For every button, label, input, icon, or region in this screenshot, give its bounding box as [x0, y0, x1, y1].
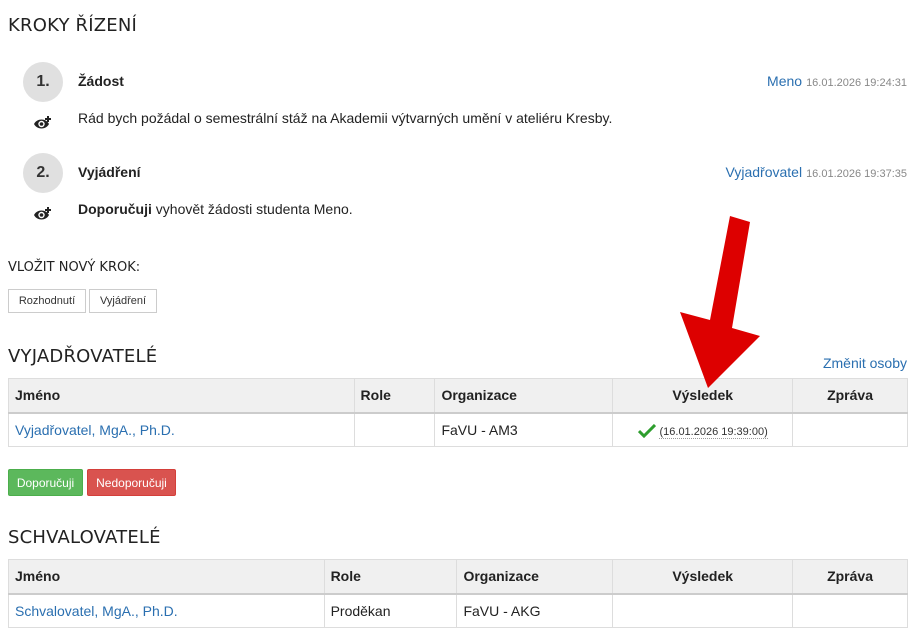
step-meta: Meno 16.01.2026 19:24:31	[767, 73, 907, 89]
change-persons-link[interactable]: Změnit osoby	[823, 355, 907, 371]
result-cell: (16.01.2026 19:39:00)	[612, 412, 794, 447]
message-cell	[792, 412, 908, 447]
column-header[interactable]: Jméno	[8, 559, 325, 595]
result-cell	[612, 593, 794, 628]
column-header[interactable]: Role	[323, 559, 458, 595]
role-cell: Proděkan	[323, 593, 458, 628]
step-title: Vyjádření	[78, 164, 141, 180]
new-step-label: VLOŽIT NOVÝ KROK:	[8, 260, 141, 275]
step-text: Rád bych požádal o semestrální stáž na A…	[78, 110, 613, 126]
step-number: 1.	[23, 62, 63, 102]
step-text-bold: Doporučuji	[78, 201, 152, 217]
step-timestamp: 16.01.2026 19:24:31	[806, 77, 907, 89]
column-header[interactable]: Role	[353, 378, 436, 414]
step-timestamp: 16.01.2026 19:37:35	[806, 168, 907, 180]
reviewers-heading: VYJADŘOVATELÉ	[8, 346, 158, 367]
column-header[interactable]: Zpráva	[792, 559, 908, 595]
step-author-link[interactable]: Meno	[767, 73, 802, 89]
step-meta: Vyjadřovatel 16.01.2026 19:37:35	[726, 164, 907, 180]
reviewer-name-cell: Vyjadřovatel, MgA., Ph.D.	[8, 412, 355, 447]
step-text-rest: vyhovět žádosti studenta Meno.	[151, 201, 353, 217]
role-cell	[353, 412, 436, 447]
result-timestamp: (16.01.2026 19:39:00)	[659, 425, 768, 439]
column-header[interactable]: Zpráva	[792, 378, 908, 414]
approvers-heading: SCHVALOVATELÉ	[8, 527, 161, 548]
step-title: Žádost	[78, 73, 124, 89]
column-header[interactable]: Organizace	[456, 559, 614, 595]
reviewer-name-link[interactable]: Vyjadřovatel, MgA., Ph.D.	[15, 422, 175, 438]
column-header[interactable]: Jméno	[8, 378, 355, 414]
recommend-button[interactable]: Doporučuji	[8, 469, 83, 496]
step-author-link[interactable]: Vyjadřovatel	[726, 164, 803, 180]
approver-name-link[interactable]: Schvalovatel, MgA., Ph.D.	[15, 603, 178, 619]
step-text: Doporučuji vyhovět žádosti studenta Meno…	[78, 201, 353, 217]
eye-plus-icon[interactable]	[33, 206, 53, 222]
add-statement-button[interactable]: Vyjádření	[89, 289, 157, 313]
column-header[interactable]: Organizace	[434, 378, 614, 414]
table-row: Schvalovatel, MgA., Ph.D. Proděkan FaVU …	[8, 593, 908, 628]
approvers-table: Jméno Role Organizace Výsledek Zpráva Sc…	[8, 559, 908, 628]
eye-plus-icon[interactable]	[33, 115, 53, 131]
steps-heading: KROKY ŘÍZENÍ	[8, 15, 138, 36]
approver-name-cell: Schvalovatel, MgA., Ph.D.	[8, 593, 325, 628]
checkmark-icon	[637, 423, 656, 439]
step-number: 2.	[23, 153, 63, 193]
message-cell	[792, 593, 908, 628]
not-recommend-button[interactable]: Nedoporučuji	[87, 469, 176, 496]
organization-cell: FaVU - AM3	[434, 412, 614, 447]
table-row: Vyjadřovatel, MgA., Ph.D. FaVU - AM3 (16…	[8, 412, 908, 447]
add-decision-button[interactable]: Rozhodnutí	[8, 289, 86, 313]
column-header[interactable]: Výsledek	[612, 559, 794, 595]
organization-cell: FaVU - AKG	[456, 593, 614, 628]
red-arrow-annotation	[680, 216, 760, 388]
